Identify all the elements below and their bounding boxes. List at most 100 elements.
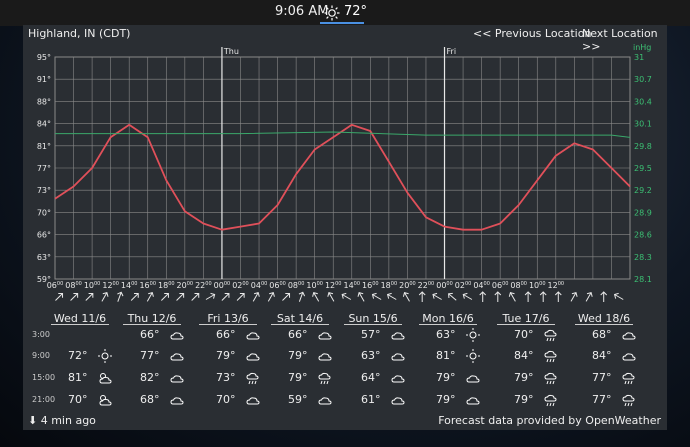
wind-arrow xyxy=(554,291,562,302)
wind-arrow xyxy=(221,292,230,301)
day-divider xyxy=(123,324,181,325)
time-tick-label: 0400 xyxy=(473,281,490,290)
time-tick-label: 0800 xyxy=(288,281,305,290)
day-divider xyxy=(575,324,633,325)
wind-arrow xyxy=(402,292,410,302)
cloud-icon xyxy=(246,332,260,340)
cloud-icon xyxy=(246,397,260,405)
wind-arrow xyxy=(252,292,260,302)
forecast-temp: 72° xyxy=(68,349,88,362)
pressure-tick-label: 29.8 xyxy=(634,142,652,151)
pressure-tick-label: 28.6 xyxy=(634,231,652,240)
forecast-temp: 73° xyxy=(216,371,236,384)
forecast-temp: 66° xyxy=(288,328,308,341)
time-tick-label: 1000 xyxy=(306,281,323,290)
active-indicator xyxy=(320,22,364,24)
wind-arrow xyxy=(205,292,216,300)
day-marker-label: Fri xyxy=(447,47,457,56)
forecast-temp: 68° xyxy=(592,328,612,341)
pressure-tick-label: 30.4 xyxy=(634,97,652,106)
wind-arrow xyxy=(70,292,79,301)
time-tick-label: 1200 xyxy=(325,281,342,290)
time-tick-label: 1000 xyxy=(84,281,101,290)
cloud-icon xyxy=(622,332,636,340)
forecast-time-label: 15:00 xyxy=(32,373,56,382)
temp-tick-label: 77° xyxy=(37,164,51,173)
forecast-temp: 70° xyxy=(68,393,88,406)
pressure-tick-label: 28.9 xyxy=(634,208,652,217)
forecast-temp: 70° xyxy=(216,393,236,406)
forecast-temp: 66° xyxy=(216,328,236,341)
wind-arrow xyxy=(327,292,335,302)
forecast-temp: 79° xyxy=(288,371,308,384)
wind-arrow xyxy=(146,292,154,302)
weather-indicator[interactable]: 72° xyxy=(320,2,368,24)
data-credit: Forecast data provided by OpenWeather xyxy=(438,414,661,427)
wind-arrow xyxy=(462,292,473,300)
temp-tick-label: 81° xyxy=(37,142,51,151)
time-tick-label: 0000 xyxy=(436,281,453,290)
wind-arrow xyxy=(117,291,124,302)
wind-arrow xyxy=(448,292,457,301)
wind-arrow xyxy=(191,292,200,301)
pressure-tick-label: 29.5 xyxy=(634,164,652,173)
wind-arrow xyxy=(600,291,608,302)
forecast-temp: 81° xyxy=(436,349,456,362)
sun-icon xyxy=(324,5,340,21)
cloud-icon xyxy=(170,375,184,383)
forecast-temp: 64° xyxy=(361,371,381,384)
forecast-temp: 79° xyxy=(216,349,236,362)
cloud-icon xyxy=(318,397,332,405)
temp-tick-label: 91° xyxy=(37,75,51,84)
time-tick-label: 0600 xyxy=(269,281,286,290)
time-tick-label: 1600 xyxy=(139,281,156,290)
sun-icon xyxy=(98,349,112,363)
time-tick-label: 1400 xyxy=(121,281,138,290)
wind-arrow xyxy=(570,292,578,302)
partly-sunny-icon xyxy=(99,395,112,406)
temp-tick-label: 88° xyxy=(37,97,51,106)
wind-arrow xyxy=(236,292,245,301)
time-tick-label: 2000 xyxy=(177,281,194,290)
sun-icon xyxy=(466,349,480,363)
wind-arrow xyxy=(386,292,397,300)
cloud-icon xyxy=(466,375,480,383)
rain-icon xyxy=(544,350,557,363)
time-tick-label: 1800 xyxy=(381,281,398,290)
time-tick-label: 1600 xyxy=(362,281,379,290)
pressure-tick-label: 28.1 xyxy=(634,275,652,284)
forecast-temp: 61° xyxy=(361,393,381,406)
wind-arrow xyxy=(613,292,624,300)
pressure-tick-label: 31 xyxy=(634,53,644,62)
temp-tick-label: 73° xyxy=(37,186,51,195)
wind-arrow xyxy=(539,291,547,302)
cloud-icon xyxy=(170,332,184,340)
wind-arrow xyxy=(55,292,64,301)
rain-icon xyxy=(544,394,557,407)
pressure-tick-label: 29.2 xyxy=(634,186,652,195)
day-divider xyxy=(419,324,477,325)
time-tick-label: 0800 xyxy=(510,281,527,290)
wind-arrow xyxy=(357,292,365,302)
temp-tick-label: 63° xyxy=(37,253,51,262)
cloud-icon xyxy=(391,332,405,340)
forecast-temp: 68° xyxy=(140,393,160,406)
time-tick-label: 1200 xyxy=(548,281,565,290)
temp-tick-label: 84° xyxy=(37,120,51,129)
forecast-temp: 79° xyxy=(514,371,534,384)
wind-arrow xyxy=(432,292,442,300)
rain-icon xyxy=(544,329,557,342)
last-updated[interactable]: ⬇ 4 min ago xyxy=(28,414,96,427)
wind-arrow xyxy=(479,291,487,302)
forecast-temp: 77° xyxy=(592,371,612,384)
rain-icon xyxy=(622,394,635,407)
time-tick-label: 0200 xyxy=(455,281,472,290)
cloud-icon xyxy=(622,353,636,361)
pressure-unit-label: inHg xyxy=(633,43,651,52)
sun-icon xyxy=(466,328,480,342)
forecast-temp: 77° xyxy=(592,393,612,406)
pressure-tick-label: 30.1 xyxy=(634,120,652,129)
rain-icon xyxy=(622,372,635,385)
forecast-temp: 57° xyxy=(361,328,381,341)
cloud-icon xyxy=(466,397,480,405)
